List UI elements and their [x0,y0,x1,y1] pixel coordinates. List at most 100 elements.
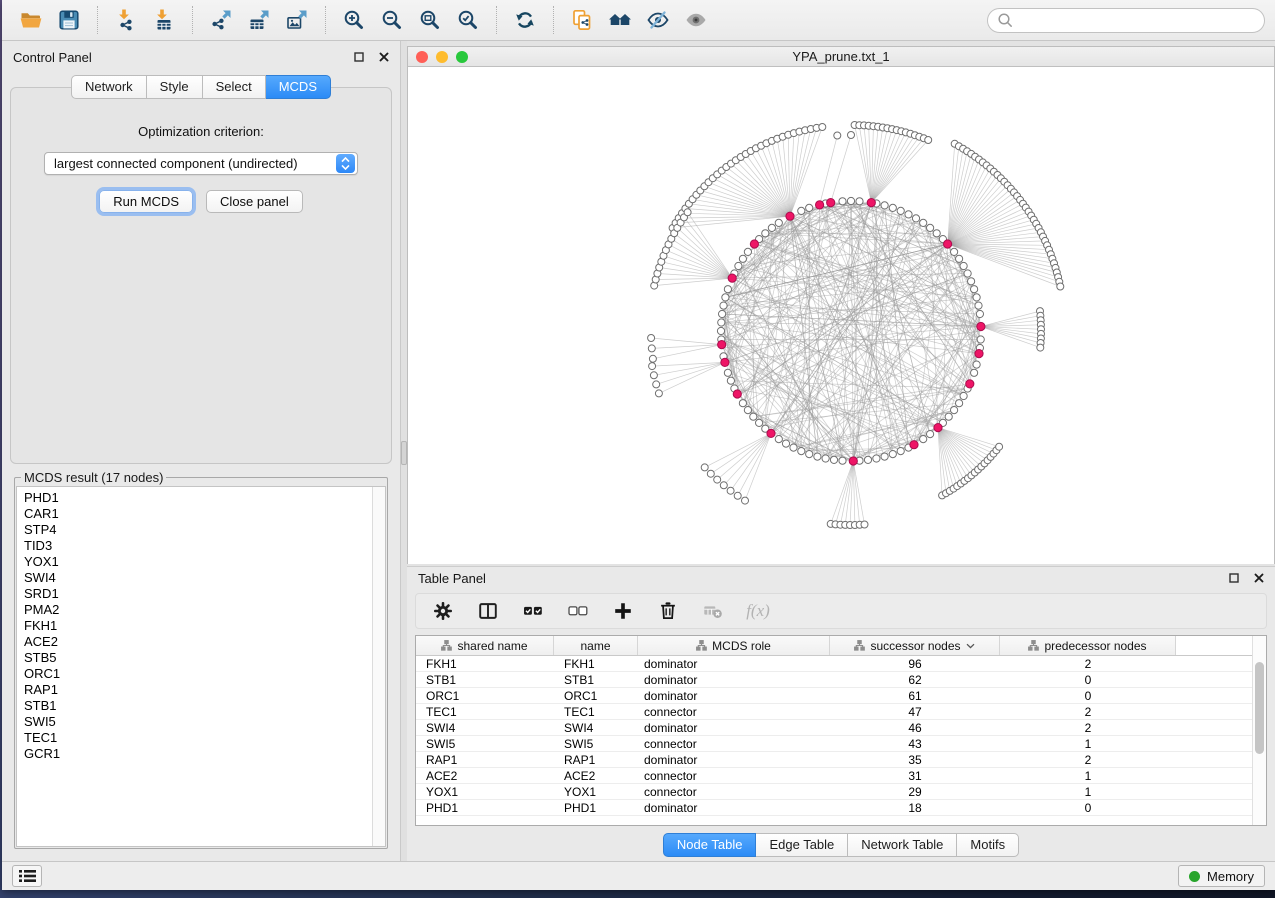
table-row[interactable]: YOX1YOX1connector291 [416,784,1252,800]
list-item[interactable]: TEC1 [24,730,372,746]
table-cell[interactable]: RAP1 [554,752,638,767]
list-item[interactable]: STB1 [24,698,372,714]
memory-button[interactable]: Memory [1178,865,1265,887]
list-item[interactable]: CAR1 [24,506,372,522]
column-header-successor-nodes[interactable]: successor nodes [830,636,1000,655]
zoom-out-button[interactable] [373,3,411,37]
table-cell[interactable]: 31 [830,768,1000,783]
list-item[interactable]: PMA2 [24,602,372,618]
list-item[interactable]: STB5 [24,650,372,666]
export-network-button[interactable] [202,3,240,37]
close-panel-button[interactable] [379,52,389,62]
table-cell[interactable]: YOX1 [416,784,554,799]
table-cell[interactable]: dominator [638,752,830,767]
column-header-name[interactable]: name [554,636,638,655]
window-maximize-icon[interactable] [456,51,468,63]
hide-eye-button[interactable] [639,3,677,37]
tab-node-table[interactable]: Node Table [663,833,757,857]
table-cell[interactable]: ACE2 [554,768,638,783]
table-cell[interactable]: dominator [638,720,830,735]
table-cell[interactable]: 18 [830,800,1000,815]
zoom-in-button[interactable] [335,3,373,37]
table-cell[interactable]: FKH1 [416,656,554,671]
table-row[interactable]: ORC1ORC1dominator610 [416,688,1252,704]
table-cell[interactable]: dominator [638,656,830,671]
table-cell[interactable]: connector [638,784,830,799]
list-item[interactable]: YOX1 [24,554,372,570]
table-cell[interactable]: RAP1 [416,752,554,767]
vertical-splitter[interactable] [400,41,407,861]
table-cell[interactable]: connector [638,736,830,751]
table-cell[interactable]: ORC1 [554,688,638,703]
table-cell[interactable]: TEC1 [554,704,638,719]
table-row[interactable]: SWI5SWI5connector431 [416,736,1252,752]
tab-network[interactable]: Network [71,75,147,99]
add-column-button[interactable] [611,599,635,623]
table-cell[interactable]: 29 [830,784,1000,799]
table-cell[interactable]: STB1 [416,672,554,687]
float-table-panel-button[interactable] [1229,573,1239,583]
table-row[interactable]: PHD1PHD1dominator180 [416,800,1252,816]
show-eye-button[interactable] [677,3,715,37]
list-item[interactable]: SWI5 [24,714,372,730]
table-cell[interactable]: PHD1 [416,800,554,815]
window-close-icon[interactable] [416,51,428,63]
delete-column-button[interactable] [656,599,680,623]
table-cell[interactable]: ORC1 [416,688,554,703]
table-cell[interactable]: connector [638,768,830,783]
command-console-button[interactable] [12,865,42,887]
table-cell[interactable]: 46 [830,720,1000,735]
tab-network-table[interactable]: Network Table [848,833,957,857]
import-network-button[interactable] [107,3,145,37]
list-item[interactable]: ACE2 [24,634,372,650]
zoom-selected-button[interactable] [449,3,487,37]
splitter-grip[interactable] [401,441,407,465]
table-cell[interactable]: 2 [1000,720,1176,735]
table-cell[interactable]: SWI5 [416,736,554,751]
tab-edge-table[interactable]: Edge Table [756,833,848,857]
list-item[interactable]: ORC1 [24,666,372,682]
network-canvas[interactable] [408,67,1274,564]
column-header-shared-name[interactable]: shared name [416,636,554,655]
save-session-button[interactable] [50,3,88,37]
table-cell[interactable]: 1 [1000,784,1176,799]
table-cell[interactable]: 47 [830,704,1000,719]
table-row[interactable]: FKH1FKH1dominator962 [416,656,1252,672]
duplicate-network-button[interactable] [563,3,601,37]
close-panel-button-mcds[interactable]: Close panel [206,190,303,213]
table-cell[interactable]: 2 [1000,752,1176,767]
table-cell[interactable]: 2 [1000,656,1176,671]
export-image-button[interactable] [278,3,316,37]
export-table-button[interactable] [240,3,278,37]
table-row[interactable]: ACE2ACE2connector311 [416,768,1252,784]
search-box[interactable] [987,8,1265,33]
split-panel-button[interactable] [476,599,500,623]
list-item[interactable]: PHD1 [24,490,372,506]
run-mcds-button[interactable]: Run MCDS [99,190,193,213]
import-table-button[interactable] [145,3,183,37]
zoom-fit-button[interactable] [411,3,449,37]
clear-all-checks-button[interactable] [566,599,590,623]
search-input[interactable] [1019,12,1255,29]
tab-motifs[interactable]: Motifs [957,833,1019,857]
table-cell[interactable]: SWI5 [554,736,638,751]
table-cell[interactable]: 96 [830,656,1000,671]
tab-select[interactable]: Select [203,75,266,99]
table-cell[interactable]: dominator [638,800,830,815]
table-cell[interactable]: TEC1 [416,704,554,719]
refresh-view-button[interactable] [506,3,544,37]
table-cell[interactable]: 43 [830,736,1000,751]
table-cell[interactable]: 1 [1000,736,1176,751]
table-cell[interactable]: STB1 [554,672,638,687]
table-scrollbar[interactable] [1252,636,1266,825]
table-row[interactable]: RAP1RAP1dominator352 [416,752,1252,768]
close-table-panel-button[interactable] [1254,573,1264,583]
list-item[interactable]: TID3 [24,538,372,554]
table-row[interactable]: TEC1TEC1connector472 [416,704,1252,720]
tab-style[interactable]: Style [147,75,203,99]
table-scrollbar-thumb[interactable] [1255,662,1264,754]
float-panel-button[interactable] [354,52,364,62]
table-cell[interactable]: 61 [830,688,1000,703]
select-all-checks-button[interactable] [521,599,545,623]
network-graph[interactable] [408,67,1274,564]
